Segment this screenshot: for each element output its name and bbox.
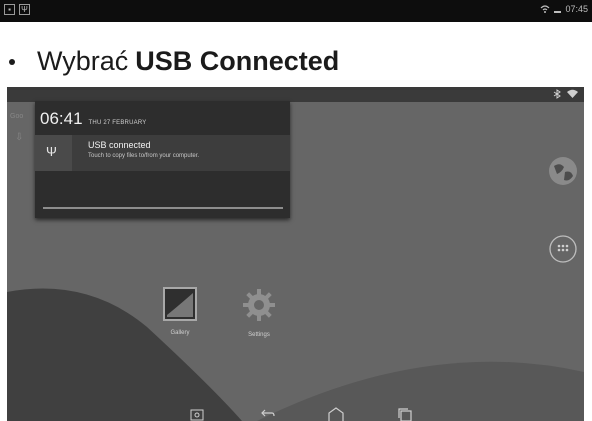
back-icon[interactable] bbox=[259, 407, 275, 421]
notification-time: 06:41 bbox=[40, 109, 83, 128]
gallery-icon bbox=[163, 287, 197, 321]
bullet-marker bbox=[9, 58, 15, 65]
status-time: 07:45 bbox=[565, 4, 588, 14]
top-status-bar: ▪ Ψ 07:45 bbox=[0, 0, 592, 22]
recents-icon[interactable] bbox=[397, 407, 413, 421]
notification-date: THU 27 FEBRUARY bbox=[88, 120, 147, 126]
gear-icon bbox=[243, 289, 275, 321]
google-search-label[interactable]: Goo bbox=[10, 113, 23, 120]
globe-icon[interactable] bbox=[548, 156, 578, 186]
image-icon: ▪ bbox=[4, 4, 15, 15]
navigation-bar bbox=[7, 407, 584, 421]
instruction-line: Wybrać USB Connected bbox=[7, 46, 339, 77]
battery-icon bbox=[554, 5, 562, 13]
wifi-icon bbox=[541, 5, 550, 13]
notification-title: USB connected bbox=[88, 140, 151, 150]
mic-icon[interactable]: ⇩ bbox=[15, 132, 23, 143]
bluetooth-icon bbox=[553, 89, 561, 99]
gallery-app[interactable]: Gallery bbox=[153, 287, 207, 336]
usb-icon: Ψ bbox=[19, 4, 30, 15]
apps-icon[interactable] bbox=[548, 234, 578, 264]
settings-app[interactable]: Settings bbox=[232, 287, 286, 338]
instruction-bold: USB Connected bbox=[135, 46, 340, 76]
usb-notification-item[interactable]: Ψ USB connected Touch to copy files to/f… bbox=[35, 135, 290, 171]
instruction-prefix: Wybrać bbox=[37, 46, 129, 76]
gallery-label: Gallery bbox=[170, 330, 190, 336]
panel-drag-handle[interactable] bbox=[43, 207, 283, 209]
screenshot-icon[interactable] bbox=[190, 407, 204, 421]
device-status-bar bbox=[7, 87, 584, 102]
wifi-icon bbox=[567, 89, 578, 98]
settings-label: Settings bbox=[248, 332, 270, 338]
home-icon[interactable] bbox=[327, 407, 345, 421]
notification-subtitle: Touch to copy files to/from your compute… bbox=[88, 153, 200, 159]
tablet-screen: Goo ⇩ 06:41 THU 27 FEBRUARY Ψ USB connec… bbox=[7, 87, 584, 421]
notification-icon-box: Ψ bbox=[35, 135, 72, 171]
notification-panel[interactable]: 06:41 THU 27 FEBRUARY Ψ USB connected To… bbox=[35, 101, 290, 218]
usb-icon: Ψ bbox=[46, 144, 57, 159]
notification-header: 06:41 THU 27 FEBRUARY bbox=[40, 109, 146, 129]
